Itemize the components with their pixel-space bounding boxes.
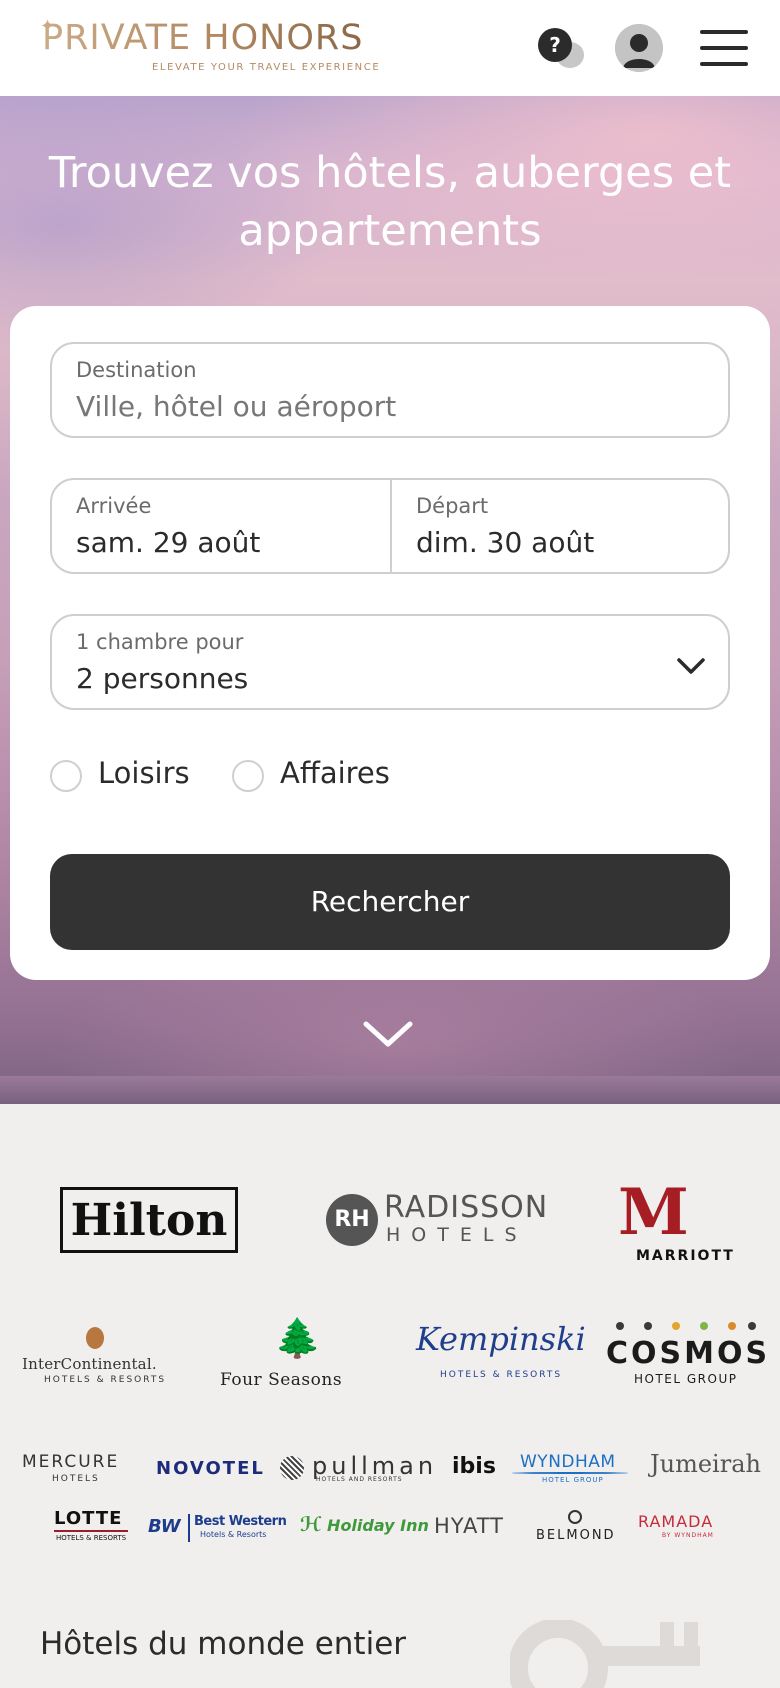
radisson-sub: HOTELS [386, 1224, 528, 1246]
menu-bar [700, 30, 748, 34]
intercontinental-sub: HOTELS & RESORTS [44, 1375, 167, 1385]
four-seasons-tree-icon: 🌲 [274, 1316, 322, 1360]
radisson-name: RADISSON [384, 1190, 549, 1225]
best-western-mark: BW [148, 1516, 181, 1537]
wyndham-name: WYNDHAM [520, 1452, 616, 1472]
destination-label: Destination [76, 358, 197, 382]
wyndham-logo: WYNDHAM HOTEL GROUP [512, 1452, 628, 1486]
best-western-name: Best Western [194, 1514, 287, 1529]
ramada-logo: RAMADA BY WYNDHAM [638, 1512, 728, 1542]
kempinski-logo: Kempinski HOTELS & RESORTS [414, 1320, 586, 1388]
lotte-name: LOTTE [54, 1508, 123, 1529]
lotte-bar [54, 1530, 128, 1532]
radisson-logo: RH RADISSON HOTELS [326, 1190, 547, 1250]
trip-type-radios: Loisirs Affaires [50, 754, 730, 794]
search-button[interactable]: Rechercher [50, 854, 730, 950]
wyndham-swoosh [512, 1472, 628, 1474]
help-chat-icon[interactable]: ? [538, 28, 588, 72]
pullman-logo: pullman HOTELS AND RESORTS [280, 1452, 433, 1484]
dates-field: Arrivée sam. 29 août Départ dim. 30 août [50, 478, 730, 574]
cosmos-dots-icon [616, 1322, 756, 1332]
holiday-inn-logo: ℋ Holiday Inn [300, 1512, 429, 1536]
mercure-logo: MERCURE HOTELS [22, 1452, 130, 1486]
departure-label: Départ [416, 494, 489, 518]
hilton-logo: Hilton [60, 1187, 238, 1253]
jumeirah-logo: Jumeirah [650, 1450, 761, 1478]
four-seasons-logo: 🌲 Four Seasons [216, 1318, 370, 1392]
radio-affaires[interactable]: Affaires [232, 754, 402, 794]
novotel-logo: NOVOTEL [156, 1458, 265, 1479]
hero-horizon [0, 1076, 780, 1104]
hero-title: Trouvez vos hôtels, auberges et appartem… [48, 148, 732, 256]
intercontinental-emblem-icon [86, 1327, 104, 1349]
pullman-sub: HOTELS AND RESORTS [316, 1476, 403, 1483]
section-title: Hôtels du monde entier [40, 1626, 407, 1662]
rooms-guests-select[interactable]: 1 chambre pour 2 personnes [50, 614, 730, 710]
holiday-inn-h-icon: ℋ [300, 1512, 322, 1536]
intercontinental-name: InterContinental. [22, 1355, 157, 1373]
radio-label: Loisirs [98, 756, 190, 790]
destination-field[interactable]: Destination Ville, hôtel ou aéroport [50, 342, 730, 438]
arrival-label: Arrivée [76, 494, 152, 518]
ramada-name: RAMADA [638, 1512, 714, 1531]
destination-placeholder: Ville, hôtel ou aéroport [76, 390, 397, 423]
logo-tagline: ELEVATE YOUR TRAVEL EXPERIENCE [152, 62, 381, 73]
kempinski-sub: HOTELS & RESORTS [440, 1370, 563, 1380]
radio-label: Affaires [280, 756, 390, 790]
radio-loisirs[interactable]: Loisirs [50, 754, 200, 794]
kempinski-name: Kempinski [416, 1320, 586, 1358]
marriott-name: MARRIOTT [636, 1248, 735, 1264]
best-western-sub: Hotels & Resorts [200, 1530, 267, 1539]
intercontinental-logo: InterContinental. HOTELS & RESORTS [22, 1325, 172, 1387]
hamburger-menu-icon[interactable] [700, 28, 750, 68]
belmond-emblem-icon [568, 1510, 582, 1524]
belmond-name: BELMOND [536, 1528, 616, 1543]
private-honors-logo[interactable]: ✦ PRIVATE HONORS ELEVATE YOUR TRAVEL EXP… [40, 16, 492, 78]
holiday-inn-name: Holiday Inn [327, 1516, 429, 1535]
rooms-label: 1 chambre pour [76, 630, 244, 654]
menu-bar [700, 62, 748, 66]
ibis-logo: ibis [452, 1454, 496, 1479]
four-seasons-name: Four Seasons [220, 1370, 343, 1390]
belmond-logo: BELMOND [534, 1510, 618, 1548]
hero-section: Trouvez vos hôtels, auberges et appartem… [0, 96, 780, 1104]
top-header: ✦ PRIVATE HONORS ELEVATE YOUR TRAVEL EXP… [0, 0, 780, 96]
help-question-mark: ? [538, 28, 572, 62]
cosmos-name: COSMOS [606, 1336, 771, 1371]
mercure-name: MERCURE [22, 1452, 120, 1472]
search-card: Destination Ville, hôtel ou aéroport Arr… [10, 306, 770, 980]
scroll-down-chevron-icon[interactable] [360, 1014, 416, 1054]
lotte-logo: LOTTE HOTELS & RESORTS [54, 1508, 130, 1544]
radio-circle [232, 760, 264, 792]
best-western-separator [188, 1514, 190, 1542]
arrival-value: sam. 29 août [76, 526, 261, 559]
radisson-badge: RH [326, 1194, 378, 1246]
hyatt-logo: HYATT [434, 1514, 505, 1538]
logo-text: PRIVATE HONORS [42, 18, 364, 58]
ramada-sub: BY WYNDHAM [662, 1532, 714, 1539]
mercure-sub: HOTELS [52, 1474, 100, 1484]
chevron-down-icon [677, 658, 705, 674]
user-silhouette-icon [615, 24, 663, 72]
wyndham-sub: HOTEL GROUP [542, 1476, 604, 1484]
radio-circle [50, 760, 82, 792]
best-western-logo: BW Best Western Hotels & Resorts [148, 1514, 287, 1544]
lotte-sub: HOTELS & RESORTS [56, 1534, 127, 1542]
key-decoration-icon [510, 1620, 700, 1688]
guests-value: 2 personnes [76, 662, 249, 695]
pullman-emblem-icon [280, 1456, 304, 1480]
cosmos-sub: HOTEL GROUP [634, 1372, 738, 1386]
dates-divider [390, 480, 392, 572]
marriott-mark: M [618, 1175, 689, 1250]
user-avatar-icon[interactable] [615, 24, 663, 72]
marriott-logo: M MARRIOTT [612, 1175, 733, 1265]
menu-bar [700, 46, 748, 50]
departure-value: dim. 30 août [416, 526, 595, 559]
cosmos-logo: COSMOS HOTEL GROUP [604, 1322, 767, 1386]
